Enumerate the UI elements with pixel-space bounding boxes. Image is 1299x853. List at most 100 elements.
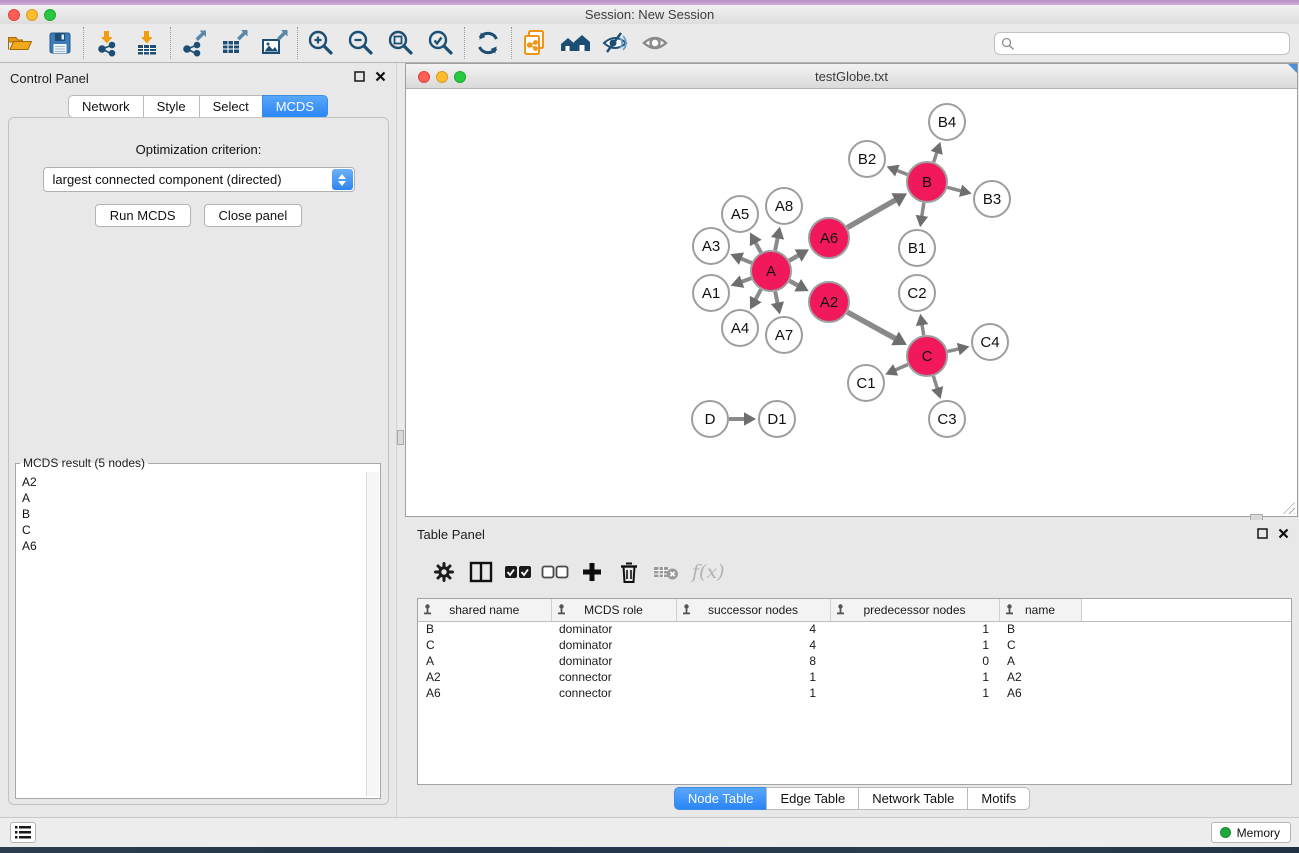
table-cell[interactable]: 1 (830, 637, 999, 653)
graph-edge-A-A5[interactable] (755, 242, 761, 252)
table-cell[interactable]: connector (551, 669, 676, 685)
close-table-panel-icon[interactable] (1278, 528, 1289, 539)
table-cell[interactable]: A (999, 653, 1081, 669)
table-cell[interactable]: A6 (999, 685, 1081, 701)
graph-edge-B-B3[interactable] (947, 187, 961, 191)
table-cell[interactable]: 1 (830, 685, 999, 701)
network-canvas[interactable]: AA1A2A3A4A5A6A7A8BB1B2B3B4CC1C2C3C4DD1 (406, 90, 1297, 516)
table-cell[interactable]: 1 (676, 669, 830, 685)
table-cell[interactable]: A2 (999, 669, 1081, 685)
control-tab-mcds[interactable]: MCDS (262, 95, 328, 118)
control-tab-select[interactable]: Select (199, 95, 263, 118)
select-all-columns-button[interactable] (499, 554, 536, 590)
table-cell[interactable]: dominator (551, 637, 676, 653)
table-cell[interactable]: 0 (830, 653, 999, 669)
graph-edge-A-A8[interactable] (775, 237, 778, 250)
table-cell[interactable]: 1 (830, 621, 999, 637)
control-tab-network[interactable]: Network (68, 95, 144, 118)
save-session-button[interactable] (40, 26, 80, 60)
mcds-result-item[interactable]: A (22, 490, 364, 506)
toggle-panes-button[interactable] (462, 554, 499, 590)
graph-edge-A-A6[interactable] (789, 255, 799, 261)
show-graphics-details-button[interactable] (595, 26, 635, 60)
table-cell[interactable]: dominator (551, 621, 676, 637)
table-cell[interactable]: A2 (418, 669, 551, 685)
birds-eye-view-button[interactable] (635, 26, 675, 60)
export-table-button[interactable] (214, 26, 254, 60)
zoom-selected-button[interactable] (421, 26, 461, 60)
graph-edge-A-A1[interactable] (741, 278, 751, 282)
graph-edge-A-A2[interactable] (790, 281, 799, 286)
table-cell[interactable]: 1 (676, 685, 830, 701)
graph-edge-B-B2[interactable] (896, 170, 907, 174)
table-tab-motifs[interactable]: Motifs (967, 787, 1030, 810)
network-graph[interactable]: AA1A2A3A4A5A6A7A8BB1B2B3B4CC1C2C3C4DD1 (406, 90, 1297, 517)
table-settings-button[interactable] (425, 554, 462, 590)
graph-edge-B-B4[interactable] (934, 152, 937, 162)
export-image-button[interactable] (254, 26, 294, 60)
app-titlebar[interactable]: Session: New Session (0, 5, 1299, 24)
mcds-result-list[interactable]: A2ABCA6 (18, 472, 364, 796)
table-cell[interactable]: dominator (551, 653, 676, 669)
column-header-name[interactable]: name (999, 599, 1081, 621)
table-cell[interactable]: C (418, 637, 551, 653)
zoom-out-button[interactable] (341, 26, 381, 60)
control-tab-style[interactable]: Style (143, 95, 200, 118)
new-session-button[interactable] (515, 26, 555, 60)
table-cell[interactable]: B (418, 621, 551, 637)
graph-edge-C-C2[interactable] (922, 324, 924, 335)
graph-edge-C-C1[interactable] (895, 364, 908, 370)
delete-columns-button[interactable] (610, 554, 647, 590)
table-cell[interactable]: B (999, 621, 1081, 637)
node-table[interactable]: shared nameMCDS rolesuccessor nodesprede… (417, 598, 1292, 785)
criterion-dropdown[interactable]: largest connected component (directed) (43, 167, 355, 192)
network-view-window[interactable]: testGlobe.txt AA1A2A3A4A5A6A7A8BB1B2B3B4… (405, 63, 1298, 517)
resize-corner-indicator[interactable] (1288, 64, 1297, 73)
zoom-in-button[interactable] (301, 26, 341, 60)
table-cell[interactable]: C (999, 637, 1081, 653)
graph-edge-A2-C[interactable] (847, 312, 896, 339)
graph-edge-A-A7[interactable] (775, 292, 777, 304)
import-table-button[interactable] (127, 26, 167, 60)
table-cell[interactable]: A6 (418, 685, 551, 701)
mcds-result-item[interactable]: C (22, 522, 364, 538)
search-box[interactable] (994, 32, 1290, 55)
table-cell[interactable]: 4 (676, 637, 830, 653)
graph-edge-C-C4[interactable] (947, 349, 959, 352)
run-mcds-button[interactable]: Run MCDS (95, 204, 191, 227)
show-all-networks-button[interactable] (555, 26, 595, 60)
table-cell[interactable]: 4 (676, 621, 830, 637)
table-tab-network-table[interactable]: Network Table (858, 787, 968, 810)
import-network-button[interactable] (87, 26, 127, 60)
vertical-splitter-handle[interactable] (397, 430, 404, 445)
graph-edge-B-B1[interactable] (922, 203, 924, 217)
deselect-all-columns-button[interactable] (536, 554, 573, 590)
table-row[interactable]: A6connector11A6 (418, 685, 1292, 701)
float-table-panel-icon[interactable] (1257, 528, 1268, 539)
graph-edge-A-A4[interactable] (755, 289, 761, 299)
result-scrollbar[interactable] (366, 472, 379, 796)
table-tab-edge-table[interactable]: Edge Table (766, 787, 859, 810)
table-tab-node-table[interactable]: Node Table (674, 787, 768, 810)
close-panel-icon[interactable] (375, 71, 386, 82)
column-header-predecessor-nodes[interactable]: predecessor nodes (830, 599, 999, 621)
delete-table-button[interactable] (647, 554, 684, 590)
graph-edge-C-C3[interactable] (933, 376, 937, 389)
memory-button[interactable]: Memory (1211, 822, 1291, 843)
table-row[interactable]: A2connector11A2 (418, 669, 1292, 685)
table-row[interactable]: Cdominator41C (418, 637, 1292, 653)
search-input[interactable] (1015, 37, 1289, 51)
mcds-result-item[interactable]: A6 (22, 538, 364, 554)
column-header-shared-name[interactable]: shared name (418, 599, 551, 621)
zoom-fit-button[interactable] (381, 26, 421, 60)
table-row[interactable]: Bdominator41B (418, 621, 1292, 637)
network-window-titlebar[interactable]: testGlobe.txt (406, 64, 1297, 89)
task-history-button[interactable] (10, 822, 36, 843)
table-cell[interactable]: 1 (830, 669, 999, 685)
table-cell[interactable]: connector (551, 685, 676, 701)
graph-edge-A6-B[interactable] (847, 200, 896, 228)
table-cell[interactable]: 8 (676, 653, 830, 669)
column-header-successor-nodes[interactable]: successor nodes (676, 599, 830, 621)
table-cell[interactable]: A (418, 653, 551, 669)
export-network-button[interactable] (174, 26, 214, 60)
